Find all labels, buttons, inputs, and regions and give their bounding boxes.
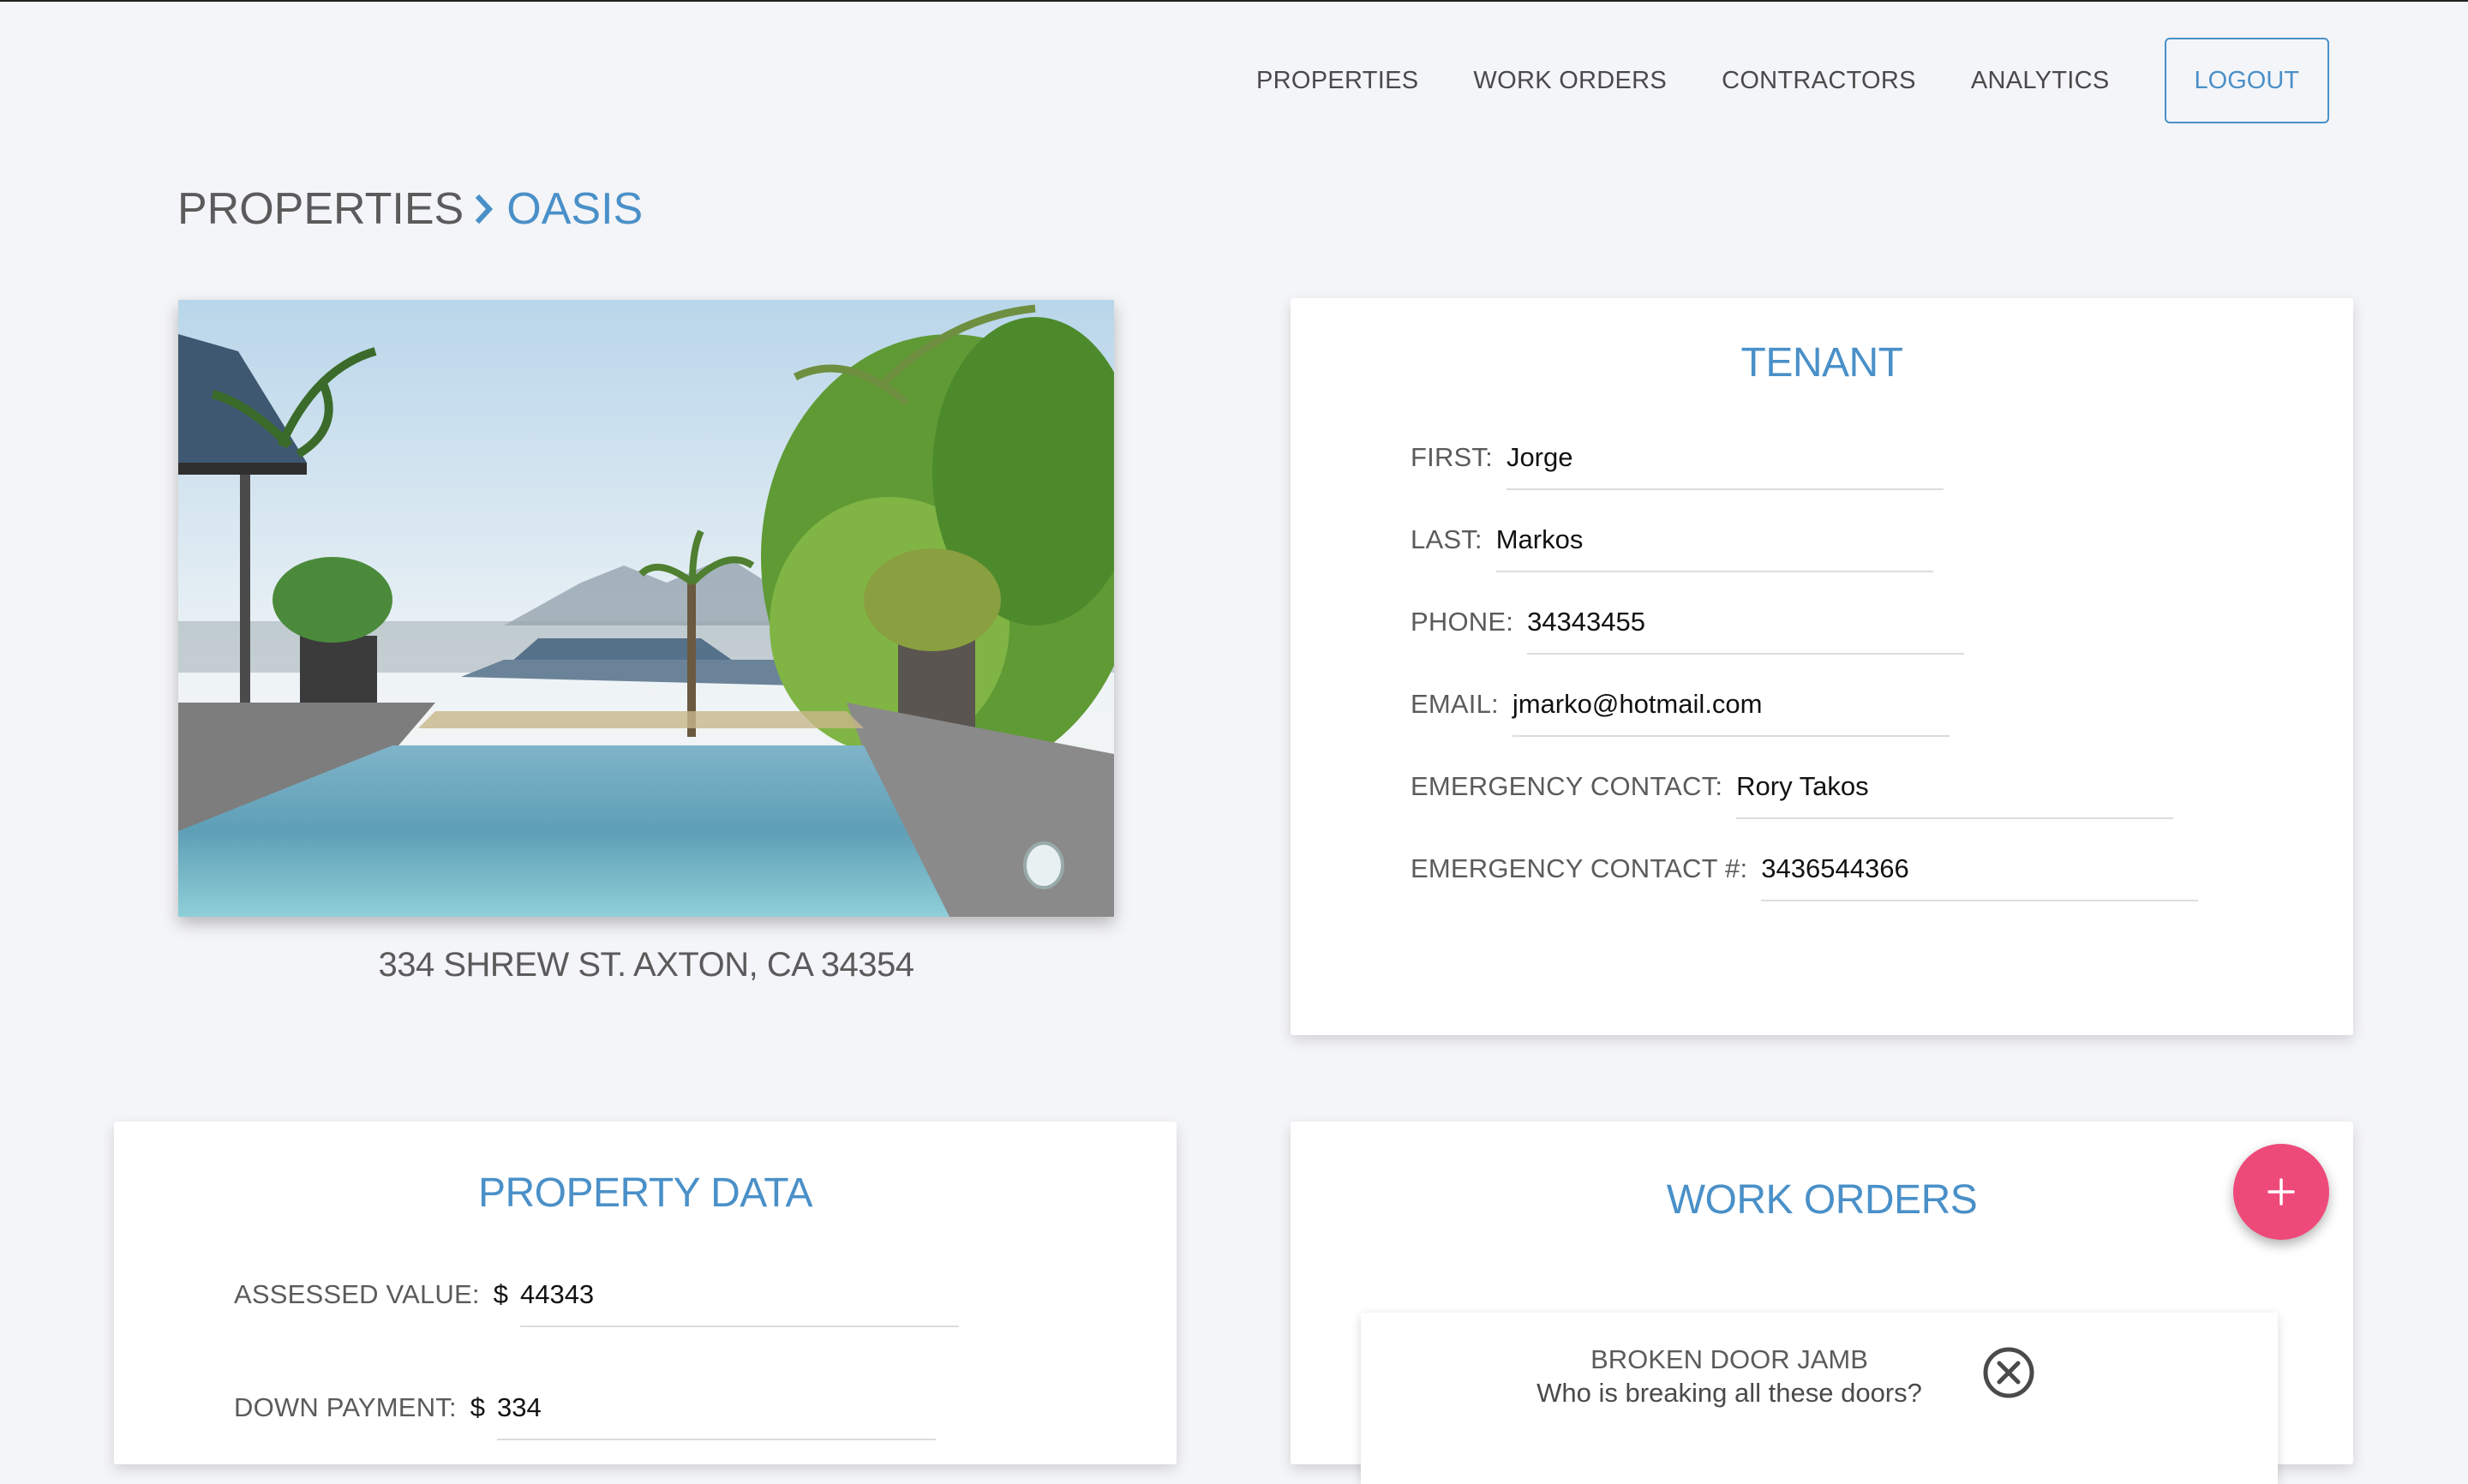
tenant-title: TENANT [1740, 340, 1904, 386]
breadcrumb-current: OASIS [506, 184, 644, 234]
breadcrumb-properties[interactable]: PROPERTIES [177, 183, 464, 235]
assessed-value-currency: $ [493, 1279, 508, 1309]
logout-button[interactable]: LOGOUT [2164, 38, 2329, 123]
work-order-text: BROKEN DOOR JAMB Who is breaking all the… [1464, 1343, 1995, 1410]
add-work-order-button[interactable] [2233, 1144, 2329, 1240]
assessed-value-input[interactable]: 44343 [519, 1274, 959, 1327]
work-order-title: BROKEN DOOR JAMB [1590, 1344, 1868, 1374]
tenant-phone-input[interactable]: 34343455 [1527, 601, 1965, 655]
down-payment-input[interactable]: 334 [497, 1387, 937, 1440]
assessed-value-label: ASSESSED VALUE: [234, 1279, 480, 1309]
tenant-emergency-contact-label: EMERGENCY CONTACT: [1411, 771, 1723, 801]
chevron-right-icon [476, 194, 494, 224]
tenant-card: TENANT FIRST: Jorge LAST: Markos PHONE: … [1291, 298, 2353, 1035]
nav-work-orders[interactable]: WORK ORDERS [1473, 67, 1667, 95]
nav-analytics[interactable]: ANALYTICS [1971, 67, 2110, 95]
breadcrumb: PROPERTIES OASIS [177, 183, 643, 235]
property-address: 334 SHREW ST. AXTON, CA 34354 [378, 946, 914, 984]
down-payment-label: DOWN PAYMENT: [234, 1392, 457, 1422]
tenant-emergency-contact-input[interactable]: Rory Takos [1736, 766, 2174, 819]
tenant-emergency-contact-field: EMERGENCY CONTACT: Rory Takos [1411, 766, 2174, 819]
property-photo [178, 300, 1114, 917]
tenant-email-field: EMAIL: jmarko@hotmail.com [1411, 684, 1950, 737]
close-circle-icon[interactable] [1981, 1345, 2036, 1400]
tenant-phone-label: PHONE: [1411, 607, 1514, 637]
tenant-first-input[interactable]: Jorge [1506, 437, 1944, 490]
tenant-last-input[interactable]: Markos [1495, 519, 1933, 572]
tenant-last-label: LAST: [1411, 524, 1483, 554]
tenant-emergency-number-input[interactable]: 3436544366 [1761, 848, 2199, 901]
tenant-email-input[interactable]: jmarko@hotmail.com [1512, 684, 1950, 737]
nav-contractors[interactable]: CONTRACTORS [1722, 67, 1916, 95]
work-order-description: Who is breaking all these doors? [1537, 1378, 1922, 1408]
tenant-email-label: EMAIL: [1411, 689, 1499, 719]
tenant-first-label: FIRST: [1411, 442, 1493, 472]
down-payment-currency: $ [470, 1392, 486, 1422]
tenant-phone-field: PHONE: 34343455 [1411, 601, 1965, 655]
work-orders-title: WORK ORDERS [1666, 1177, 1978, 1223]
property-data-title: PROPERTY DATA [477, 1170, 813, 1216]
top-nav: PROPERTIES WORK ORDERS CONTRACTORS ANALY… [1256, 38, 2329, 123]
tenant-first-field: FIRST: Jorge [1411, 437, 1944, 490]
tenant-emergency-number-label: EMERGENCY CONTACT #: [1411, 853, 1748, 883]
assessed-value-field: ASSESSED VALUE: $ 44343 [234, 1274, 959, 1327]
plus-icon [2267, 1178, 2295, 1206]
tenant-emergency-number-field: EMERGENCY CONTACT #: 3436544366 [1411, 848, 2199, 901]
nav-properties[interactable]: PROPERTIES [1256, 67, 1418, 95]
work-order-item[interactable]: BROKEN DOOR JAMB Who is breaking all the… [1361, 1313, 2278, 1484]
property-data-card: PROPERTY DATA ASSESSED VALUE: $ 44343 DO… [114, 1122, 1177, 1464]
tenant-last-field: LAST: Markos [1411, 519, 1933, 572]
down-payment-field: DOWN PAYMENT: $ 334 [234, 1387, 937, 1440]
